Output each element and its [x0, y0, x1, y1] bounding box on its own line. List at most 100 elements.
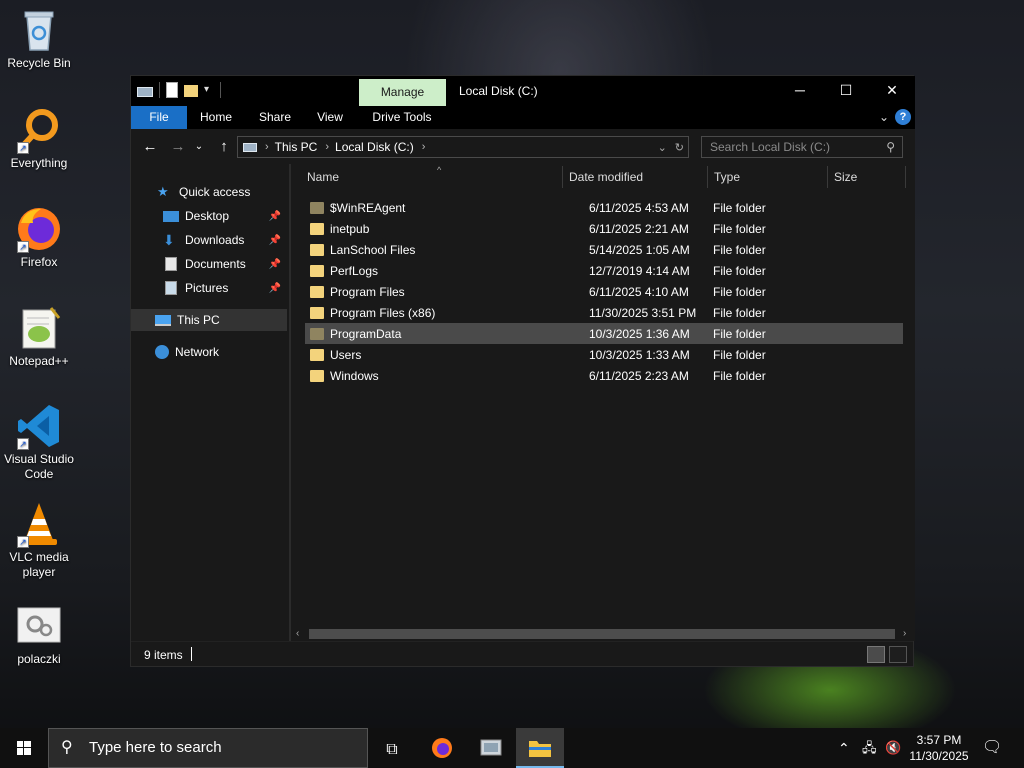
search-input[interactable]: Search Local Disk (C:) ⚲ [701, 136, 903, 158]
breadcrumb-separator[interactable]: › [265, 141, 269, 153]
tab-view[interactable]: View [311, 106, 349, 129]
window-title: Local Disk (C:) [459, 84, 538, 98]
customize-qat-icon[interactable]: ▾ [204, 82, 214, 98]
folder-icon [310, 369, 324, 382]
column-divider[interactable] [905, 166, 906, 188]
large-icons-view-button[interactable] [889, 646, 907, 663]
file-row[interactable]: Users 10/3/2025 1:33 AM File folder [305, 344, 903, 365]
file-row[interactable]: ProgramData 10/3/2025 1:36 AM File folder [305, 323, 903, 344]
nav-downloads[interactable]: ⬇ Downloads 📌 [131, 229, 287, 251]
folder-icon [529, 741, 551, 757]
desktop-icon-vscode[interactable]: ↗ Visual Studio Code [2, 402, 76, 482]
expand-ribbon-icon[interactable]: ⌄ [879, 110, 889, 124]
taskbar-firefox[interactable] [418, 728, 466, 768]
desktop-icon-label: polaczki [17, 652, 61, 666]
breadcrumb-this-pc[interactable]: This PC [275, 140, 318, 154]
column-header-date-modified[interactable]: Date modified [563, 164, 707, 190]
desktop-icon-polaczki[interactable]: polaczki [2, 602, 76, 667]
folder-icon [310, 264, 324, 277]
breadcrumb-local-disk[interactable]: Local Disk (C:) [335, 140, 414, 154]
network-status-icon[interactable]: 🖧 [862, 728, 877, 768]
back-button[interactable]: ← [139, 137, 161, 157]
folder-icon [310, 243, 324, 256]
file-row[interactable]: LanSchool Files 5/14/2025 1:05 AM File fol… [305, 239, 903, 260]
maximize-button[interactable]: ☐ [823, 76, 869, 106]
desktop-icon-vlc[interactable]: ↗ VLC media player [2, 500, 76, 580]
column-header-size[interactable]: Size [828, 164, 906, 190]
column-header-name[interactable]: Name ^ [301, 164, 561, 190]
nav-label: Quick access [179, 185, 251, 199]
pin-icon: 📌 [268, 258, 281, 270]
minimize-button[interactable]: ─ [777, 76, 823, 106]
search-icon: ⚲ [886, 140, 895, 154]
pictures-icon [165, 281, 177, 295]
file-type: File folder [713, 221, 766, 236]
volume-muted-icon[interactable]: 🔇 [885, 728, 901, 768]
file-type: File folder [713, 347, 766, 362]
column-header-type[interactable]: Type [708, 164, 828, 190]
folder-icon [310, 201, 324, 214]
properties-icon[interactable] [166, 82, 178, 98]
file-row[interactable]: inetpub 6/11/2025 2:21 AM File folder [305, 218, 903, 239]
sort-ascending-icon: ^ [437, 165, 442, 175]
tab-file[interactable]: File [131, 106, 187, 129]
search-icon: ⚲ [61, 739, 73, 756]
vscode-icon: ↗ [15, 402, 63, 450]
breadcrumb-separator[interactable]: › [422, 141, 426, 153]
scrollbar-thumb[interactable] [309, 629, 895, 639]
horizontal-scrollbar[interactable]: ‹ › [291, 627, 915, 641]
file-row[interactable]: PerfLogs 12/7/2019 4:14 AM File folder [305, 260, 903, 281]
up-button[interactable]: ↑ [213, 137, 235, 157]
desktop-icon-firefox[interactable]: ↗ Firefox [2, 205, 76, 270]
desktop-icon-label: Everything [10, 156, 68, 170]
help-icon[interactable]: ? [895, 109, 911, 125]
scroll-left-icon[interactable]: ‹ [296, 627, 299, 641]
shortcut-arrow-icon: ↗ [17, 438, 29, 450]
recent-locations-button[interactable]: ⌄ [193, 137, 205, 157]
forward-button[interactable]: → [167, 137, 189, 157]
show-hidden-icons-button[interactable]: ⌃ [838, 728, 850, 768]
status-bar: 9 items [131, 641, 913, 666]
taskbar-app-window[interactable] [467, 728, 515, 768]
breadcrumb-separator[interactable]: › [325, 141, 329, 153]
vlc-icon: ↗ [15, 500, 63, 548]
file-row[interactable]: Program Files (x86) 11/30/2025 3:51 PM Fil… [305, 302, 903, 323]
refresh-icon[interactable]: ↻ [675, 141, 684, 154]
tab-manage[interactable]: Manage [359, 79, 446, 106]
nav-quick-access[interactable]: ★ Quick access [131, 181, 287, 203]
nav-desktop[interactable]: Desktop 📌 [131, 205, 287, 227]
tab-share[interactable]: Share [253, 106, 297, 129]
tab-drive-tools[interactable]: Drive Tools [367, 106, 437, 129]
nav-this-pc[interactable]: This PC [131, 309, 287, 331]
desktop-icon-notepad-plus-plus[interactable]: Notepad++ [2, 304, 76, 369]
desktop-icon-recycle-bin[interactable]: Recycle Bin [2, 6, 76, 71]
close-button[interactable]: ✕ [869, 76, 915, 106]
nav-pictures[interactable]: Pictures 📌 [131, 277, 287, 299]
title-bar[interactable]: ▾ Manage Local Disk (C:) ─ ☐ ✕ [131, 76, 915, 106]
scroll-right-icon[interactable]: › [903, 627, 906, 641]
nav-network[interactable]: Network [131, 341, 287, 363]
address-bar[interactable]: › This PC › Local Disk (C:) › ⌄ ↻ [237, 136, 689, 158]
tab-home[interactable]: Home [195, 106, 237, 129]
taskbar-file-explorer[interactable] [516, 728, 564, 768]
action-center-icon[interactable]: 🗨 [982, 728, 1002, 768]
system-clock[interactable]: 3:57 PM 11/30/2025 [906, 732, 972, 764]
task-view-button[interactable]: ⧉ [368, 728, 416, 768]
file-row[interactable]: Windows 6/11/2025 2:23 AM File folder [305, 365, 903, 386]
start-button[interactable] [0, 728, 48, 768]
file-date-modified: 6/11/2025 2:23 AM [589, 368, 689, 383]
file-row[interactable]: $WinREAgent 6/11/2025 4:53 AM File folder [305, 197, 903, 218]
details-view-button[interactable] [867, 646, 885, 663]
file-row[interactable]: Program Files 6/11/2025 4:10 AM File folde… [305, 281, 903, 302]
nav-documents[interactable]: Documents 📌 [131, 253, 287, 275]
new-folder-icon[interactable] [184, 85, 198, 97]
firefox-icon: ↗ [15, 205, 63, 253]
address-history-dropdown-icon[interactable]: ⌄ [658, 141, 667, 154]
file-type: File folder [713, 368, 766, 383]
desktop-icon-everything[interactable]: ↗ Everything [2, 106, 76, 171]
file-date-modified: 10/3/2025 1:33 AM [589, 347, 690, 362]
taskbar-search-box[interactable]: ⚲ Type here to search [48, 728, 368, 768]
everything-search-icon: ↗ [15, 106, 63, 154]
folder-icon [310, 348, 324, 361]
download-arrow-icon: ⬇ [163, 232, 175, 248]
